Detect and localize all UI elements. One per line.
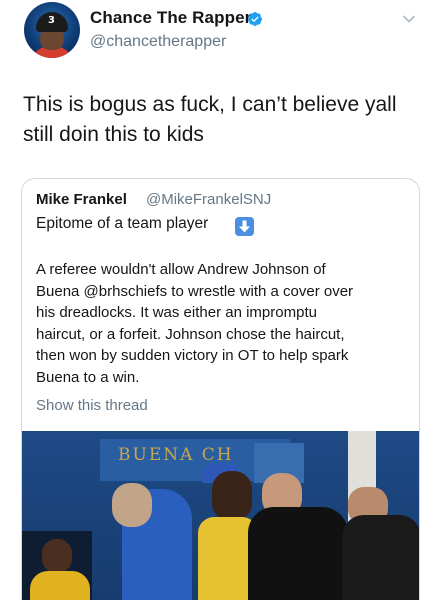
tweet: 3 Chance The Rapper @chancetherapper Thi… [0,0,434,600]
avatar[interactable]: 3 [24,2,80,58]
quoted-tweet[interactable]: Mike Frankel @MikeFrankelSNJ Epitome of … [21,178,420,600]
chevron-down-icon[interactable] [402,14,416,24]
show-thread-link[interactable]: Show this thread [36,397,148,414]
tweet-text: This is bogus as fuck, I can’t believe y… [23,93,397,146]
quoted-display-name: Mike Frankel [36,191,127,208]
quoted-handle: @MikeFrankelSNJ [146,191,272,208]
down-arrow-emoji-icon [235,217,254,236]
user-handle[interactable]: @chancetherapper [90,33,226,51]
gym-sign-text: BUENA CH [118,445,234,465]
quoted-body: A referee wouldn't allow Andrew Johnson … [36,261,354,386]
display-name[interactable]: Chance The Rapper [90,8,251,28]
verified-badge-icon [248,12,262,26]
quoted-text-line1: Epitome of a team player [36,215,209,232]
quoted-photo[interactable]: BUENA CH [22,431,419,600]
